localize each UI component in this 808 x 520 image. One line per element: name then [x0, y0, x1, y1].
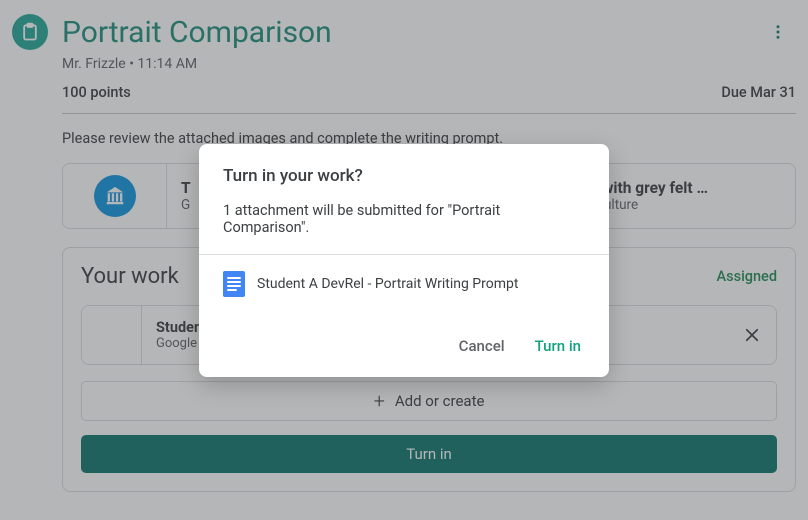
modal-scrim[interactable]: Turn in your work? 1 attachment will be …: [0, 0, 808, 520]
dialog-attachment-name: Student A DevRel - Portrait Writing Prom…: [257, 276, 518, 292]
dialog-body: 1 attachment will be submitted for "Port…: [223, 202, 585, 236]
cancel-button[interactable]: Cancel: [455, 329, 509, 363]
dialog-attachment-row: Student A DevRel - Portrait Writing Prom…: [223, 271, 585, 297]
google-docs-icon: [223, 271, 245, 297]
turn-in-dialog: Turn in your work? 1 attachment will be …: [199, 144, 609, 377]
dialog-divider: [199, 254, 609, 255]
confirm-turn-in-button[interactable]: Turn in: [531, 329, 585, 363]
dialog-title: Turn in your work?: [223, 166, 585, 186]
